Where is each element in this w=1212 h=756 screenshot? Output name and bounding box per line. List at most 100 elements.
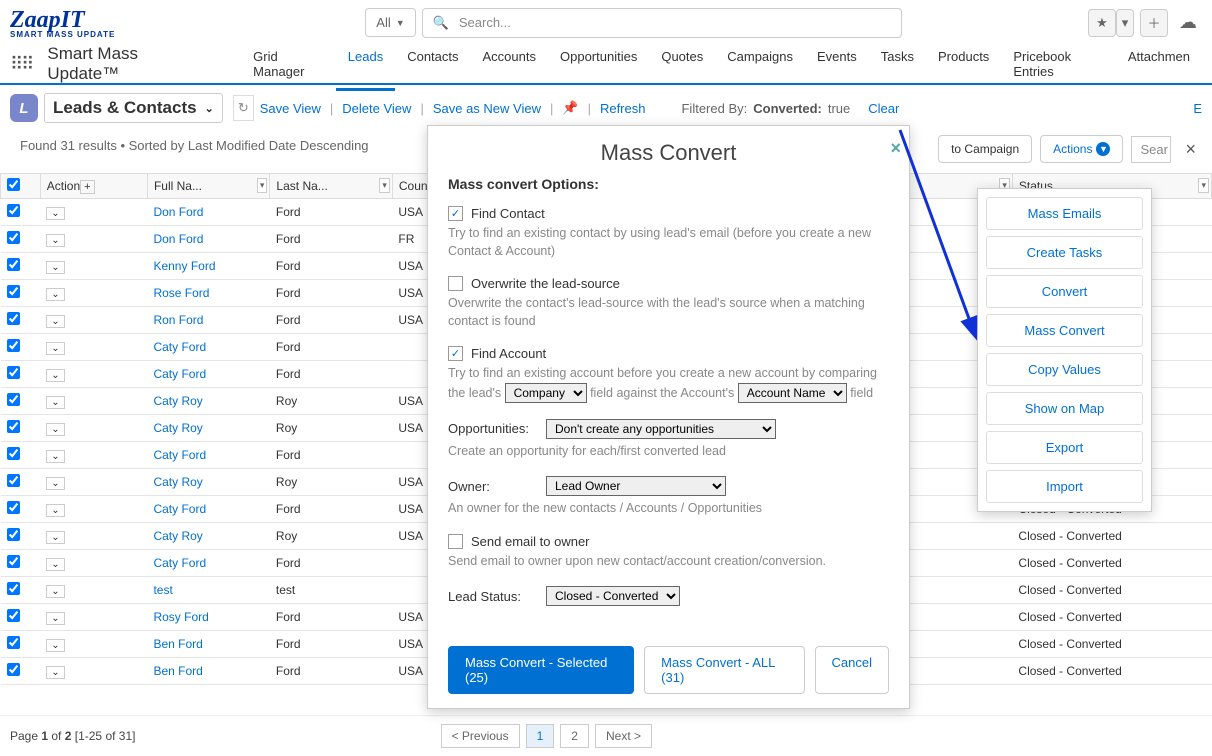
tab-pricebook-entries[interactable]: Pricebook Entries: [1001, 39, 1116, 89]
full-name-link[interactable]: Caty Ford: [153, 448, 206, 462]
pin-icon[interactable]: 📌: [562, 100, 578, 116]
row-action-menu[interactable]: ⌄: [46, 261, 64, 274]
full-name-link[interactable]: test: [153, 583, 172, 597]
row-checkbox[interactable]: [7, 636, 20, 649]
view-settings-icon[interactable]: ↻: [233, 95, 254, 121]
tab-campaigns[interactable]: Campaigns: [715, 39, 805, 89]
full-name-link[interactable]: Ben Ford: [153, 637, 202, 651]
action-item-show-on-map[interactable]: Show on Map: [986, 392, 1143, 425]
row-checkbox[interactable]: [7, 609, 20, 622]
to-campaign-button[interactable]: to Campaign: [938, 135, 1032, 163]
action-item-convert[interactable]: Convert: [986, 275, 1143, 308]
column-header[interactable]: Action+: [40, 174, 147, 199]
row-checkbox[interactable]: [7, 258, 20, 271]
row-checkbox[interactable]: [7, 420, 20, 433]
full-name-link[interactable]: Kenny Ford: [153, 259, 215, 273]
row-action-menu[interactable]: ⌄: [46, 639, 64, 652]
action-item-create-tasks[interactable]: Create Tasks: [986, 236, 1143, 269]
prev-page-button[interactable]: < Previous: [441, 724, 520, 748]
full-name-link[interactable]: Caty Roy: [153, 394, 202, 408]
column-header[interactable]: Last Na...▾: [270, 174, 392, 199]
row-action-menu[interactable]: ⌄: [46, 369, 64, 382]
row-checkbox[interactable]: [7, 528, 20, 541]
row-checkbox[interactable]: [7, 555, 20, 568]
full-name-link[interactable]: Caty Ford: [153, 367, 206, 381]
next-page-button[interactable]: Next >: [595, 724, 652, 748]
page-1-button[interactable]: 1: [526, 724, 555, 748]
lead-field-select[interactable]: Company: [505, 383, 587, 403]
action-item-import[interactable]: Import: [986, 470, 1143, 503]
close-icon[interactable]: ×: [1179, 139, 1202, 160]
row-checkbox[interactable]: [7, 339, 20, 352]
row-checkbox[interactable]: [7, 204, 20, 217]
full-name-link[interactable]: Ron Ford: [153, 313, 203, 327]
full-name-link[interactable]: Ben Ford: [153, 664, 202, 678]
delete-view-link[interactable]: Delete View: [342, 101, 411, 116]
full-name-link[interactable]: Caty Roy: [153, 529, 202, 543]
tab-contacts[interactable]: Contacts: [395, 39, 470, 89]
row-checkbox[interactable]: [7, 474, 20, 487]
action-item-mass-convert[interactable]: Mass Convert: [986, 314, 1143, 347]
tab-products[interactable]: Products: [926, 39, 1001, 89]
column-header[interactable]: Full Na...▾: [147, 174, 269, 199]
tab-attachmen[interactable]: Attachmen: [1116, 39, 1202, 89]
row-checkbox[interactable]: [7, 582, 20, 595]
row-checkbox[interactable]: [7, 393, 20, 406]
actions-button[interactable]: Actions ▼: [1040, 135, 1123, 163]
column-menu-icon[interactable]: ▾: [257, 178, 268, 193]
action-item-copy-values[interactable]: Copy Values: [986, 353, 1143, 386]
full-name-link[interactable]: Don Ford: [153, 205, 203, 219]
full-name-link[interactable]: Rosy Ford: [153, 610, 208, 624]
row-action-menu[interactable]: ⌄: [46, 477, 64, 490]
full-name-link[interactable]: Don Ford: [153, 232, 203, 246]
tab-events[interactable]: Events: [805, 39, 869, 89]
tab-grid-manager[interactable]: Grid Manager: [241, 39, 336, 89]
favorite-dropdown-icon[interactable]: ▾: [1116, 9, 1134, 37]
action-item-export[interactable]: Export: [986, 431, 1143, 464]
mass-convert-all-button[interactable]: Mass Convert - ALL (31): [644, 646, 804, 694]
full-name-link[interactable]: Caty Ford: [153, 340, 206, 354]
row-checkbox[interactable]: [7, 366, 20, 379]
row-action-menu[interactable]: ⌄: [46, 531, 64, 544]
row-checkbox[interactable]: [7, 447, 20, 460]
page-2-button[interactable]: 2: [560, 724, 589, 748]
refresh-link[interactable]: Refresh: [600, 101, 646, 116]
select-all-checkbox[interactable]: [7, 178, 20, 191]
app-launcher-icon[interactable]: ⠿⠿: [10, 54, 32, 75]
grid-search-input[interactable]: Sear: [1131, 136, 1171, 163]
row-checkbox[interactable]: [7, 663, 20, 676]
clear-filter-link[interactable]: Clear: [868, 101, 899, 116]
row-action-menu[interactable]: ⌄: [46, 234, 64, 247]
action-item-mass-emails[interactable]: Mass Emails: [986, 197, 1143, 230]
view-selector[interactable]: Leads & Contacts⌄: [44, 93, 223, 123]
row-checkbox[interactable]: [7, 312, 20, 325]
row-action-menu[interactable]: ⌄: [46, 558, 64, 571]
tab-accounts[interactable]: Accounts: [471, 39, 548, 89]
lead-status-select[interactable]: Closed - Converted: [546, 586, 680, 606]
row-action-menu[interactable]: ⌄: [46, 666, 64, 679]
salesforce-icon[interactable]: ☁: [1174, 9, 1202, 37]
tab-opportunities[interactable]: Opportunities: [548, 39, 649, 89]
overwrite-source-checkbox[interactable]: [448, 276, 463, 291]
full-name-link[interactable]: Rose Ford: [153, 286, 209, 300]
row-action-menu[interactable]: ⌄: [46, 315, 64, 328]
row-action-menu[interactable]: ⌄: [46, 450, 64, 463]
account-field-select[interactable]: Account Name: [738, 383, 847, 403]
full-name-link[interactable]: Caty Roy: [153, 421, 202, 435]
row-action-menu[interactable]: ⌄: [46, 342, 64, 355]
tab-tasks[interactable]: Tasks: [869, 39, 926, 89]
tab-leads[interactable]: Leads: [336, 39, 395, 91]
find-contact-checkbox[interactable]: ✓: [448, 206, 463, 221]
opportunities-select[interactable]: Don't create any opportunities: [546, 419, 776, 439]
search-scope-dropdown[interactable]: All▼: [365, 8, 415, 37]
send-email-checkbox[interactable]: [448, 534, 463, 549]
row-action-menu[interactable]: ⌄: [46, 504, 64, 517]
row-action-menu[interactable]: ⌄: [46, 612, 64, 625]
row-checkbox[interactable]: [7, 231, 20, 244]
edit-link[interactable]: E: [1193, 101, 1202, 116]
full-name-link[interactable]: Caty Ford: [153, 556, 206, 570]
row-action-menu[interactable]: ⌄: [46, 288, 64, 301]
row-action-menu[interactable]: ⌄: [46, 207, 64, 220]
row-checkbox[interactable]: [7, 285, 20, 298]
row-action-menu[interactable]: ⌄: [46, 396, 64, 409]
